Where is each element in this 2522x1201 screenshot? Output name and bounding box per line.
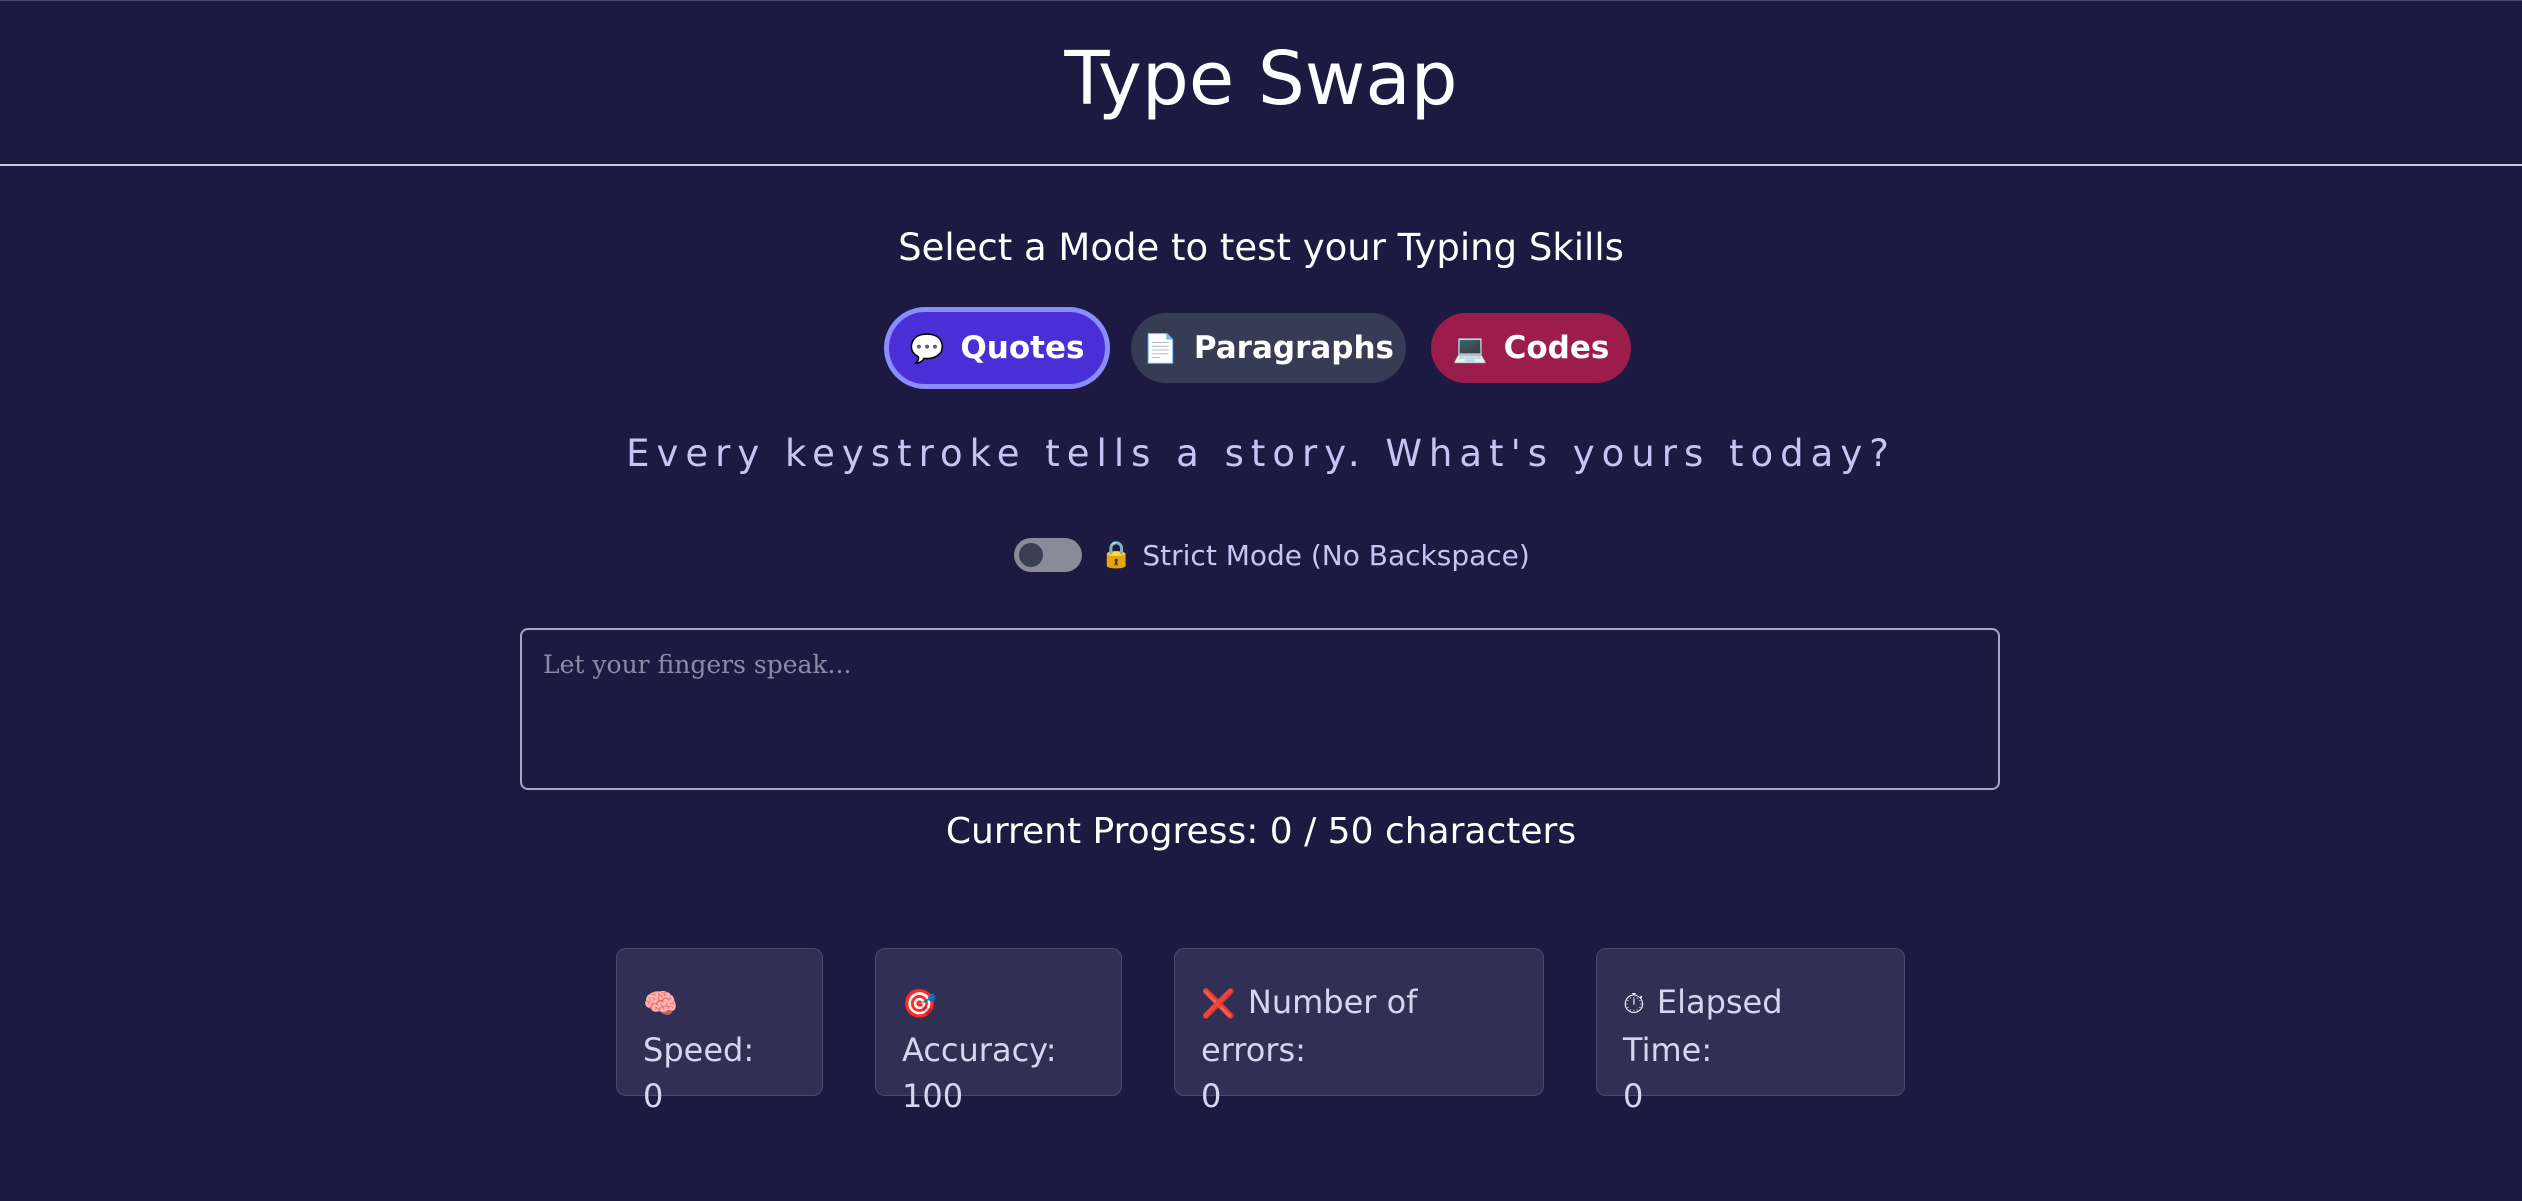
elapsed-time-label: Elapsed Time: bbox=[1623, 983, 1783, 1069]
stopwatch-icon: ⏱ bbox=[1623, 987, 1645, 1020]
paragraphs-mode-button[interactable]: 📄 Paragraphs bbox=[1131, 313, 1406, 383]
speed-value: 0 bbox=[643, 1077, 664, 1115]
errors-value: 0 bbox=[1201, 1077, 1222, 1115]
accuracy-value: 100 bbox=[902, 1077, 964, 1115]
codes-mode-button[interactable]: 💻 Codes bbox=[1431, 313, 1631, 383]
speech-bubble-icon: 💬 bbox=[909, 331, 945, 365]
mode-prompt: Select a Mode to test your Typing Skills bbox=[898, 226, 1624, 269]
accuracy-label: Accuracy: bbox=[902, 1031, 1057, 1069]
app-header: Type Swap bbox=[0, 0, 2522, 166]
strict-mode-row: 🔒 Strict Mode (No Backspace) bbox=[1014, 535, 1530, 575]
cross-icon: ❌ bbox=[1201, 987, 1236, 1020]
mode-selector: 💬 Quotes 📄 Paragraphs 💻 Codes bbox=[0, 307, 2522, 389]
toggle-knob bbox=[1019, 543, 1043, 567]
laptop-icon: 💻 bbox=[1452, 331, 1488, 365]
quotes-mode-label: Quotes bbox=[960, 330, 1085, 366]
errors-card: ❌ Number of errors: 0 bbox=[1174, 948, 1544, 1115]
strict-mode-toggle[interactable] bbox=[1014, 538, 1082, 572]
quotes-mode-button[interactable]: 💬 Quotes bbox=[884, 307, 1110, 389]
codes-mode-label: Codes bbox=[1503, 330, 1610, 366]
progress-text: Current Progress: 0 / 50 characters bbox=[945, 811, 1577, 852]
strict-mode-label: Strict Mode (No Backspace) bbox=[1142, 538, 1530, 572]
brain-icon: 🧠 bbox=[643, 987, 678, 1020]
elapsed-time-card: ⏱ Elapsed Time: 0 bbox=[1596, 948, 1905, 1115]
speed-card: 🧠 Speed: 0 bbox=[616, 948, 823, 1115]
target-icon: 🎯 bbox=[902, 987, 937, 1020]
document-icon: 📄 bbox=[1143, 331, 1178, 365]
accuracy-card: 🎯 Accuracy: 100 bbox=[875, 948, 1122, 1115]
app-title: Type Swap bbox=[1064, 36, 1458, 122]
paragraphs-mode-label: Paragraphs bbox=[1193, 330, 1394, 366]
lock-icon: 🔒 bbox=[1100, 540, 1133, 570]
typing-input[interactable] bbox=[520, 628, 2000, 790]
speed-label: Speed: bbox=[643, 1031, 755, 1069]
elapsed-time-value: 0 bbox=[1623, 1077, 1644, 1115]
tagline: Every keystroke tells a story. What's yo… bbox=[626, 432, 1896, 475]
